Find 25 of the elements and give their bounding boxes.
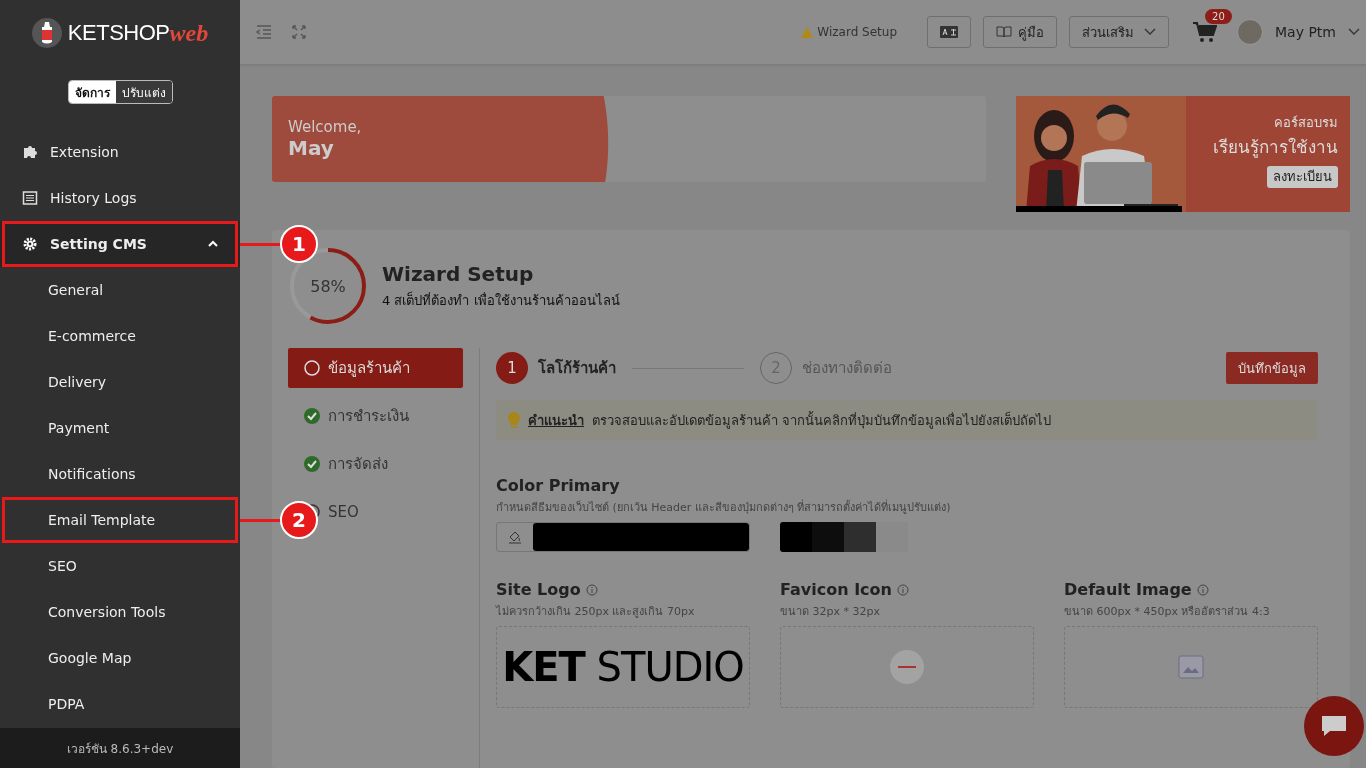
tip-text: ตรวจสอบและอัปเดตข้อมูลร้านค้า จากนั้นคลิกที่ปุ่มบันทึกข้อมูลเพื่อไปยังสเต็ปถัดไป [592,410,1052,431]
step-label: ช่องทางติดต่อ [802,358,892,379]
section-hint: กำหนดสีธีมของเว็บไซต์ (ยกเว้น Header และสีของปุ่มกดต่างๆ ที่สามารถตั้งค่าได้ที่เมนูปรับแต่ง) [496,498,952,516]
user-name: May [288,136,335,160]
section-title: Color Primary [496,476,621,495]
section-hint: ไม่ควรกว้างเกิน 250px และสูงเกิน 70px [496,604,696,620]
course-subtitle: คอร์สอบรม [1274,114,1338,132]
wizard-title: Wizard Setup [382,261,535,286]
logo-preview: KET STUDIO [502,644,744,690]
section-title: Favicon Icon [780,580,1034,599]
version-text: เวอร์ชัน 8.6.3+dev [0,728,240,768]
step-number: 1 [496,352,528,384]
wizard-subtitle: 4 สเต็ปที่ต้องทำ เพื่อใช้งานร้านค้าออนไลน์ [382,290,620,310]
course-title: เรียนรู้การใช้งาน [1213,136,1338,160]
logo-text: KETSHOP [67,20,170,46]
section-hint: ขนาด 600px * 450px หรืออัตราส่วน 4:3 [1064,604,1271,620]
section-title: Site Logo [496,580,750,599]
section-title: Default Image [1064,580,1318,599]
progress-text: 58% [310,276,346,296]
logo-accent: web [169,19,209,47]
welcome-text: Welcome, [288,118,363,136]
step-label: โลโก้ร้านค้า [538,358,616,379]
tip-label: คำแนะนำ [528,411,584,430]
section-hint: ขนาด 32px * 32px [780,604,881,620]
cart-count-badge: 20 [1205,9,1232,24]
